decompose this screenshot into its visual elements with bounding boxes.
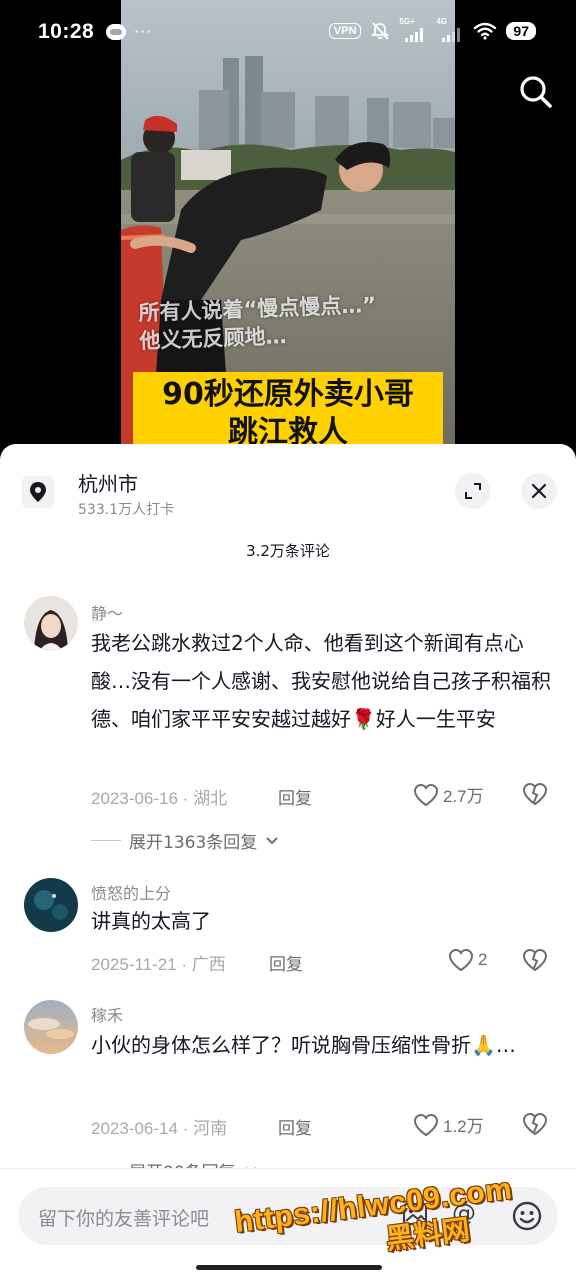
like-count: 2 xyxy=(478,950,488,969)
mute-icon xyxy=(371,22,390,40)
comment-text: 小伙的身体怎么样了？听说胸骨压缩性骨折🙏… xyxy=(91,1033,516,1057)
status-indicators: VPN 5G+ 4G 97 xyxy=(328,17,536,42)
comment-date-location: 2023-06-16 · 湖北 xyxy=(91,789,228,808)
comment-sheet: 杭州市 533.1万人打卡 3.2万条评论 静～ 我老公跳水救过2个人命、他看到 xyxy=(0,444,576,1280)
dislike-button[interactable] xyxy=(522,1112,548,1138)
wechat-icon xyxy=(106,24,126,40)
video-player[interactable]: 所有人说着“慢点慢点…” 他义无反顾地… 90秒还原外卖小哥 跳江救人 xyxy=(121,0,455,448)
status-time: 10:28 xyxy=(38,20,95,43)
like-button[interactable]: 2.7万 xyxy=(413,782,484,807)
search-button[interactable] xyxy=(518,74,554,110)
location-name: 杭州市 xyxy=(78,472,138,496)
like-button[interactable]: 2 xyxy=(448,948,487,972)
signal-5g-label: 5G+ xyxy=(399,17,415,26)
status-bar: 10:28 ··· VPN 5G+ 4G 97 xyxy=(0,0,576,66)
location-pin-icon xyxy=(22,476,54,508)
comment-date-location: 2023-06-14 · 河南 xyxy=(91,1119,228,1138)
more-notifications-icon: ··· xyxy=(134,22,153,41)
like-count: 2.7万 xyxy=(443,787,484,806)
signal-5g-icon: 5G+ xyxy=(399,17,427,42)
dislike-button[interactable] xyxy=(522,948,548,974)
expand-replies-button[interactable]: 展开1363条回复 xyxy=(91,828,279,853)
dislike-button[interactable] xyxy=(522,782,548,808)
comment-text: 我老公跳水救过2个人命、他看到这个新闻有点心酸…没有一个人感谢、我安慰他说给自己… xyxy=(91,631,551,731)
like-button[interactable]: 1.2万 xyxy=(413,1112,484,1137)
search-icon xyxy=(520,76,552,108)
video-title-box: 90秒还原外卖小哥 跳江救人 xyxy=(133,372,443,448)
avatar[interactable] xyxy=(24,596,78,650)
expand-button[interactable] xyxy=(455,473,491,509)
broken-heart-icon xyxy=(522,782,548,806)
video-title-line2: 跳江救人 xyxy=(228,415,348,448)
location-row[interactable]: 杭州市 533.1万人打卡 xyxy=(0,444,576,536)
reply-button[interactable]: 回复 xyxy=(278,784,312,809)
location-checkins: 533.1万人打卡 xyxy=(78,502,175,518)
signal-4g-label: 4G xyxy=(436,17,448,26)
expand-icon xyxy=(465,483,481,499)
video-caption: 所有人说着“慢点慢点…” 他义无反顾地… xyxy=(138,291,377,355)
comment-date-location: 2025-11-21 · 广西 xyxy=(91,955,226,974)
comment-author[interactable]: 静～ xyxy=(91,600,123,624)
avatar[interactable] xyxy=(24,878,78,932)
comment-item: 愤怒的上分 讲真的太高了 2025-11-21 · 广西 回复 2 xyxy=(0,878,576,988)
signal-4g-icon: 4G xyxy=(436,17,464,42)
comment-text: 讲真的太高了 xyxy=(91,909,211,933)
heart-icon xyxy=(448,948,474,972)
broken-heart-icon xyxy=(522,948,548,972)
reply-button[interactable]: 回复 xyxy=(269,950,303,975)
comment-item: 稼禾 小伙的身体怎么样了？听说胸骨压缩性骨折🙏… 2023-06-14 · 河南… xyxy=(0,1000,576,1183)
status-notification-icons: ··· xyxy=(106,24,152,40)
avatar[interactable] xyxy=(24,1000,78,1054)
comment-author[interactable]: 稼禾 xyxy=(91,1002,123,1026)
wifi-icon xyxy=(474,22,497,40)
battery-indicator: 97 xyxy=(506,22,536,40)
chevron-down-icon xyxy=(266,836,278,844)
like-count: 1.2万 xyxy=(443,1117,484,1136)
reply-button[interactable]: 回复 xyxy=(278,1114,312,1139)
comment-input-placeholder: 留下你的友善评论吧 xyxy=(38,1208,210,1230)
comment-author[interactable]: 愤怒的上分 xyxy=(91,880,171,904)
expand-replies-label: 展开1363条回复 xyxy=(129,833,258,853)
divider xyxy=(91,840,121,841)
close-icon xyxy=(531,483,547,499)
vpn-badge: VPN xyxy=(328,23,362,39)
heart-icon xyxy=(413,1113,439,1136)
broken-heart-icon xyxy=(522,1112,548,1136)
comment-item: 静～ 我老公跳水救过2个人命、他看到这个新闻有点心酸…没有一个人感谢、我安慰他说… xyxy=(0,594,576,864)
comment-count: 3.2万条评论 xyxy=(246,542,330,560)
video-title-line1: 90秒还原外卖小哥 xyxy=(162,377,414,412)
heart-icon xyxy=(413,783,439,806)
close-button[interactable] xyxy=(521,473,557,509)
